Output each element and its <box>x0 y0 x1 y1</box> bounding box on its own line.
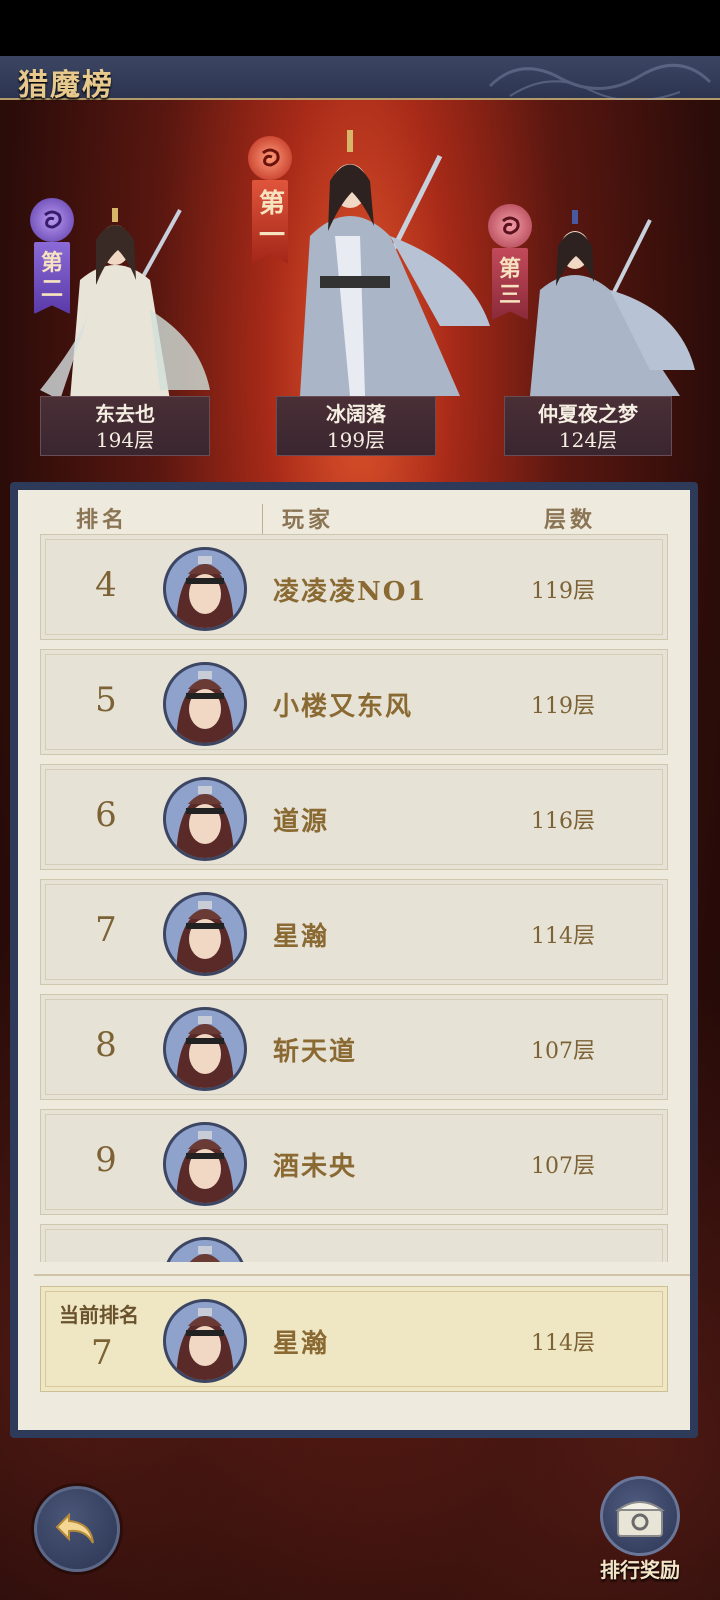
avatar[interactable] <box>163 1299 247 1383</box>
rank-orb-icon <box>488 204 532 248</box>
table-row[interactable]: 9 酒未央 107层 <box>40 1109 668 1215</box>
row-player-name: 凌凌凌NO1 <box>273 577 428 607</box>
podium-plate-first: 冰阔落 199层 <box>276 396 436 456</box>
cloud-ornament-icon <box>488 63 712 100</box>
row-rank: 8 <box>95 1025 117 1065</box>
back-arrow-icon <box>55 1512 94 1544</box>
treasure-chest-icon <box>614 1501 666 1537</box>
row-player-name: 星瀚 <box>273 922 330 952</box>
rank-label-second: 第二 <box>41 250 64 302</box>
page-title: 猎魔榜 <box>18 68 114 103</box>
avatar[interactable] <box>163 892 247 976</box>
podium-plate-third: 仲夏夜之梦 124层 <box>504 396 672 456</box>
avatar[interactable] <box>163 1007 247 1091</box>
current-rank-row[interactable]: 当前排名 7 星瀚 114层 <box>40 1286 668 1392</box>
rank-orb-icon <box>30 198 74 242</box>
ranking-rows[interactable]: 4 凌凌凌NO1 119层 5 小楼又东风 119层 6 道源 116层 7 星… <box>18 534 690 1262</box>
table-row[interactable]: 4 凌凌凌NO1 119层 <box>40 534 668 640</box>
podium-name-second: 东去也 <box>95 402 155 426</box>
row-rank: 9 <box>95 1140 117 1180</box>
row-rank: 7 <box>95 910 117 950</box>
header-player: 玩家 <box>282 507 335 533</box>
avatar[interactable] <box>163 1122 247 1206</box>
ranking-reward-button[interactable]: 排行奖励 <box>592 1476 688 1586</box>
row-player-name: 斩天道 <box>273 1037 358 1067</box>
reward-label: 排行奖励 <box>600 1558 680 1582</box>
row-floors: 107层 <box>531 1039 595 1064</box>
back-button[interactable] <box>34 1486 120 1572</box>
avatar[interactable] <box>163 662 247 746</box>
header-rank: 排名 <box>76 507 129 533</box>
avatar[interactable] <box>163 1237 247 1262</box>
table-row[interactable]: 6 道源 116层 <box>40 764 668 870</box>
current-rank-value: 7 <box>91 1333 113 1373</box>
avatar[interactable] <box>163 547 247 631</box>
rank-label-third: 第三 <box>499 256 522 308</box>
row-floors: 116层 <box>531 809 595 834</box>
podium-name-third: 仲夏夜之梦 <box>538 402 638 426</box>
current-floors: 114层 <box>531 1331 595 1356</box>
table-row-partial[interactable] <box>40 1224 668 1262</box>
ranking-panel: 排名 玩家 层数 4 凌凌凌NO1 119层 5 小楼又东风 119层 6 道源… <box>10 482 698 1438</box>
podium-name-first: 冰阔落 <box>326 402 386 426</box>
podium-floors-second: 194层 <box>95 428 155 452</box>
status-bar <box>0 0 720 56</box>
rank-label-first: 第一 <box>259 189 286 251</box>
avatar[interactable] <box>163 777 247 861</box>
current-player-name: 星瀚 <box>273 1329 330 1359</box>
row-rank: 5 <box>95 680 117 720</box>
row-player-name: 小楼又东风 <box>273 692 414 722</box>
row-floors: 114层 <box>531 924 595 949</box>
table-row[interactable]: 7 星瀚 114层 <box>40 879 668 985</box>
table-row[interactable]: 8 斩天道 107层 <box>40 994 668 1100</box>
podium-plate-second: 东去也 194层 <box>40 396 210 456</box>
rank-banner-first: 第一 <box>248 136 292 264</box>
row-player-name: 道源 <box>273 807 330 837</box>
podium-floors-first: 199层 <box>326 428 386 452</box>
row-floors: 107层 <box>531 1154 595 1179</box>
title-bar: 猎魔榜 <box>0 56 720 103</box>
ranking-list: 排名 玩家 层数 4 凌凌凌NO1 119层 5 小楼又东风 119层 6 道源… <box>18 490 690 1430</box>
podium-floors-third: 124层 <box>558 428 618 452</box>
header-divider <box>262 504 263 534</box>
row-floors: 119层 <box>531 579 595 604</box>
row-rank: 6 <box>95 795 117 835</box>
row-player-name: 酒未央 <box>273 1152 358 1182</box>
row-rank: 4 <box>95 565 117 605</box>
rank-orb-icon <box>248 136 292 180</box>
row-floors: 119层 <box>531 694 595 719</box>
current-rank-label: 当前排名 <box>59 1303 139 1327</box>
list-divider <box>34 1274 690 1276</box>
table-row[interactable]: 5 小楼又东风 119层 <box>40 649 668 755</box>
rank-banner-second: 第二 <box>30 198 74 314</box>
rank-banner-third: 第三 <box>488 204 532 320</box>
header-floors: 层数 <box>544 507 597 533</box>
reward-icon-frame <box>600 1476 680 1556</box>
